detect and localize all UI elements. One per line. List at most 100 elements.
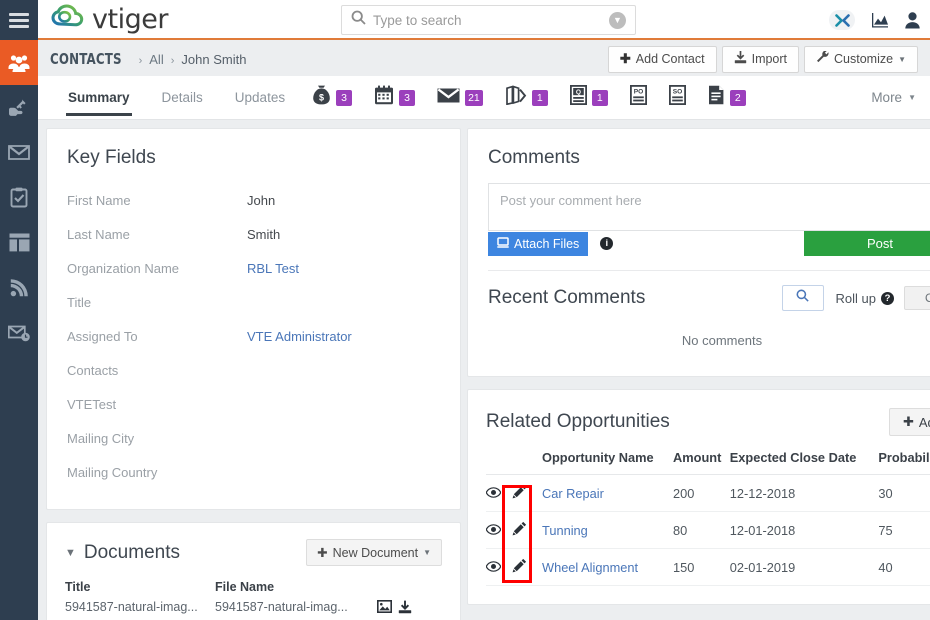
svg-text:Q: Q <box>576 89 581 96</box>
documents-table: Title 5941587-natural-imag... File Name … <box>65 580 442 619</box>
pencil-icon[interactable] <box>512 558 527 573</box>
tab-events[interactable]: 3 <box>363 76 426 120</box>
breadcrumb: CONTACTS › All › John Smith <box>50 50 246 68</box>
chevron-down-icon[interactable]: ▼ <box>65 547 76 559</box>
opportunity-link[interactable]: Tunning <box>542 523 588 538</box>
sidebar-item-email[interactable] <box>0 130 38 175</box>
tab-documents[interactable]: 2 <box>697 76 757 120</box>
analytics-icon[interactable] <box>871 12 889 28</box>
sidebar-item-contacts[interactable] <box>0 40 38 85</box>
left-sidebar <box>0 0 38 620</box>
global-search[interactable]: ▼ <box>341 5 636 35</box>
attach-files-button[interactable]: Attach Files <box>488 231 589 256</box>
menu-icon[interactable] <box>0 0 38 40</box>
opportunities-table: Opportunity Name Amount Expected Close D… <box>486 450 930 586</box>
tab-summary[interactable]: Summary <box>52 76 146 120</box>
user-icon[interactable] <box>905 11 920 29</box>
key-field-row: Organization Name RBL Test <box>67 251 440 285</box>
envelope-icon <box>437 87 460 109</box>
rollup-toggle[interactable]: OFF <box>904 286 930 310</box>
post-comment-button[interactable]: Post <box>804 231 930 256</box>
tab-details[interactable]: Details <box>146 76 219 120</box>
tab-emails[interactable]: 21 <box>426 76 494 120</box>
eye-icon[interactable] <box>486 560 501 572</box>
sidebar-item-tasks[interactable] <box>0 175 38 220</box>
x-app-icon[interactable] <box>829 10 855 30</box>
close-date-cell: 12-01-2018 <box>729 511 879 549</box>
tab-sales-orders[interactable]: SO <box>658 76 697 120</box>
breadcrumb-module[interactable]: CONTACTS <box>50 50 122 68</box>
table-row: Tunning 80 12-01-2018 75 <box>486 511 930 549</box>
documents-card: ▼ Documents ✚ New Document ▼ Title 59415… <box>46 522 461 620</box>
envelope-icon <box>8 144 30 161</box>
key-field-value: Smith <box>247 226 281 242</box>
search-dropdown-icon[interactable]: ▼ <box>609 11 626 29</box>
chevron-down-icon: ▼ <box>908 93 916 102</box>
key-field-row: Assigned To VTE Administrator <box>67 319 440 353</box>
tab-purchase-orders[interactable]: PO <box>619 76 658 120</box>
attach-files-label: Attach Files <box>514 236 580 251</box>
customize-button[interactable]: Customize ▼ <box>804 45 918 73</box>
document-filename-value[interactable]: 5941587-natural-imag... <box>215 600 365 614</box>
comments-card: Comments Post your comment here ◢ Attach… <box>467 128 930 377</box>
add-contact-button[interactable]: ✚ Add Contact <box>607 45 717 73</box>
plus-icon: ✚ <box>619 51 631 66</box>
sidebar-item-dashboard[interactable] <box>0 220 38 265</box>
search-icon <box>351 10 366 30</box>
tab-updates-label: Updates <box>234 90 286 105</box>
document-title-value[interactable]: 5941587-natural-imag... <box>65 600 215 614</box>
amount-cell: 150 <box>673 548 730 586</box>
clipboard-check-icon <box>10 187 28 208</box>
no-comments-message: No comments <box>681 333 763 348</box>
breadcrumb-item-record[interactable]: John Smith <box>181 52 246 67</box>
download-icon[interactable] <box>398 600 412 619</box>
key-field-value[interactable]: RBL Test <box>247 261 299 276</box>
key-field-label: Title <box>67 294 92 310</box>
tab-quotes[interactable]: Q 1 <box>559 76 619 120</box>
tab-opportunities[interactable]: $ 3 <box>301 76 363 120</box>
pencil-icon[interactable] <box>512 484 527 499</box>
search-input[interactable] <box>373 12 609 28</box>
key-field-value[interactable]: VTE Administrator <box>247 329 352 344</box>
tab-emails-badge: 21 <box>465 89 483 106</box>
new-document-button[interactable]: ✚ New Document ▼ <box>306 539 442 566</box>
pencil-icon[interactable] <box>512 521 527 536</box>
image-icon[interactable] <box>377 600 392 619</box>
breadcrumb-row: CONTACTS › All › John Smith ✚ Add Contac… <box>38 42 930 76</box>
envelope-clock-icon <box>7 324 31 342</box>
sidebar-item-scheduled-email[interactable] <box>0 310 38 355</box>
right-column: Comments Post your comment here ◢ Attach… <box>467 128 930 605</box>
related-opportunities-title: Related Opportunities <box>486 411 670 432</box>
eye-icon[interactable] <box>486 486 501 498</box>
breadcrumb-item-all[interactable]: All <box>149 52 163 67</box>
breadcrumb-separator-icon: › <box>138 55 143 67</box>
help-icon[interactable]: ? <box>881 291 894 305</box>
tab-updates[interactable]: Updates <box>219 76 301 120</box>
key-field-value: John <box>247 192 276 208</box>
comment-search-button[interactable] <box>781 285 824 311</box>
eye-icon[interactable] <box>486 523 501 535</box>
add-opportunity-button[interactable]: ✚ Add <box>888 408 930 436</box>
key-field-label: Mailing City <box>67 430 135 446</box>
key-field-label: Organization Name <box>67 260 179 276</box>
sidebar-item-feeds[interactable] <box>0 265 38 310</box>
tab-invoices[interactable]: 1 <box>494 76 559 120</box>
info-icon[interactable]: i <box>600 237 614 250</box>
top-header-bar: vtiger ▼ <box>38 0 930 40</box>
vtiger-logo[interactable]: vtiger <box>50 4 168 35</box>
documents-header-title: Title <box>65 580 91 594</box>
import-icon <box>734 51 747 67</box>
vtiger-crm-window: vtiger ▼ <box>0 0 930 620</box>
summary-content: Key Fields First Name John Last Name Smith O… <box>38 120 930 620</box>
sidebar-item-services[interactable] <box>0 85 38 130</box>
tab-details-label: Details <box>161 90 203 105</box>
more-tabs-button[interactable]: More ▼ <box>871 90 916 105</box>
opportunity-link[interactable]: Car Repair <box>542 486 604 501</box>
layout-icon <box>9 233 30 252</box>
wrench-icon <box>816 50 829 67</box>
opportunity-link[interactable]: Wheel Alignment <box>542 560 638 575</box>
comment-textarea[interactable]: Post your comment here ◢ <box>488 183 930 231</box>
import-button[interactable]: Import <box>721 45 800 73</box>
col-probability: Probability <box>878 450 930 475</box>
view-cell <box>486 548 512 586</box>
